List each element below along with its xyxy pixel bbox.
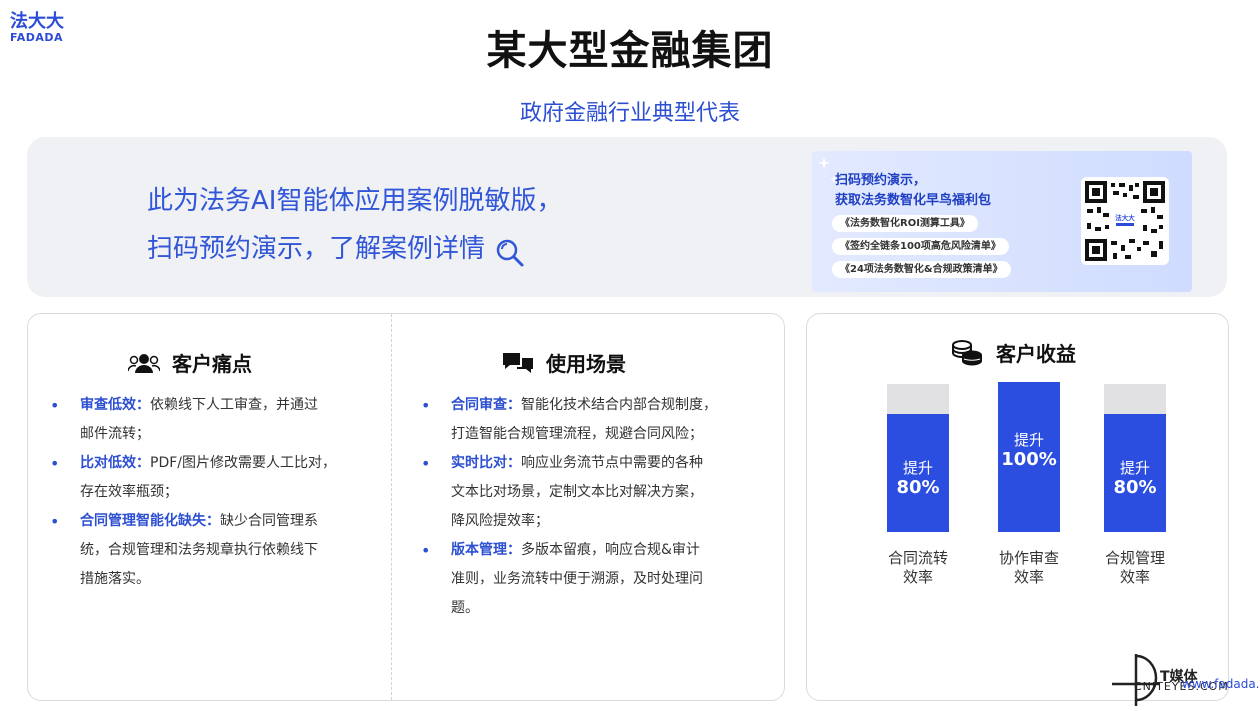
bar-value-label: 提升 80% (1113, 459, 1157, 498)
users-icon (128, 353, 160, 373)
promo-item: 《签约全链条100项高危风险清单》 (832, 238, 1009, 255)
qr-promo-card[interactable]: 扫码预约演示， 获取法务数智化早鸟福利包 《法务数智化ROI测算工具》 《签约全… (812, 151, 1192, 292)
bar-category-label: 合同流转 效率 (887, 549, 948, 586)
qr-code[interactable]: 法大大 (1081, 177, 1169, 265)
qr-logo: 法大大 (1115, 213, 1135, 222)
promo-banner: 此为法务AI智能体应用案例脱敏版， 扫码预约演示，了解案例详情 扫码预约演示， … (27, 137, 1227, 297)
list-item: • 审查低效：依赖线下人工审查，并通过 邮件流转； (50, 396, 318, 442)
list-item: • 版本管理：多版本留痕，响应合规&审计 准则，业务流转中便于溯源，及时处理问 … (421, 541, 703, 616)
watermark-site: www.fadada.com (1182, 677, 1260, 691)
card-divider (391, 314, 392, 700)
bar-category-label: 合规管理 效率 (1104, 549, 1165, 586)
bar-value-label: 提升 100% (1001, 431, 1057, 470)
banner-line-1: 此为法务AI智能体应用案例脱敏版， (147, 186, 563, 216)
list-item: • 比对低效：PDF/图片修改需要人工比对， 存在效率瓶颈； (50, 454, 336, 500)
bar-track: 提升 80% (1104, 384, 1166, 532)
bar-category-label: 协作审查 效率 (998, 549, 1059, 586)
promo-item: 《法务数智化ROI测算工具》 (832, 215, 978, 232)
bar-track: 提升 100% (998, 382, 1060, 532)
page-subtitle: 政府金融行业典型代表 (519, 101, 740, 126)
chat-bubbles-icon (503, 352, 533, 373)
bar-value-label: 提升 80% (896, 459, 940, 498)
magnifier-icon (495, 236, 524, 267)
coins-icon (952, 339, 982, 365)
pain-list: • 审查低效：依赖线下人工审查，并通过 邮件流转； • 比对低效：PDF/图片修… (50, 391, 380, 594)
benefit-heading: 客户收益 (950, 338, 1076, 367)
scene-list: • 合同审查：智能化技术结合内部合规制度， 打造智能合规管理流程，规避合同风险；… (421, 391, 771, 623)
page-title: 某大型金融集团 (486, 28, 774, 74)
bar-track: 提升 80% (887, 384, 949, 532)
pain-scene-card: 客户痛点 • 审查低效：依赖线下人工审查，并通过 邮件流转； • 比对低效：PD… (27, 313, 785, 701)
promo-heading: 扫码预约演示， 获取法务数智化早鸟福利包 (835, 173, 992, 208)
scene-heading: 使用场景 (502, 348, 626, 377)
list-item: • 合同审查：智能化技术结合内部合规制度， 打造智能合规管理流程，规避合同风险； (421, 396, 717, 442)
list-item: • 实时比对：响应业务流节点中需要的各种 文本比对场景，定制文本比对解决方案， … (421, 454, 703, 529)
banner-line-2: 扫码预约演示，了解案例详情 (147, 234, 486, 264)
banner-text: 此为法务AI智能体应用案例脱敏版， 扫码预约演示，了解案例详情 (147, 177, 562, 273)
list-item: • 合同管理智能化缺失：缺少合同管理系 统，合规管理和法务规章执行依赖线下 措施… (50, 512, 318, 587)
pain-heading: 客户痛点 (128, 348, 252, 377)
promo-item: 《24项法务数智化&合规政策清单》 (832, 261, 1011, 278)
